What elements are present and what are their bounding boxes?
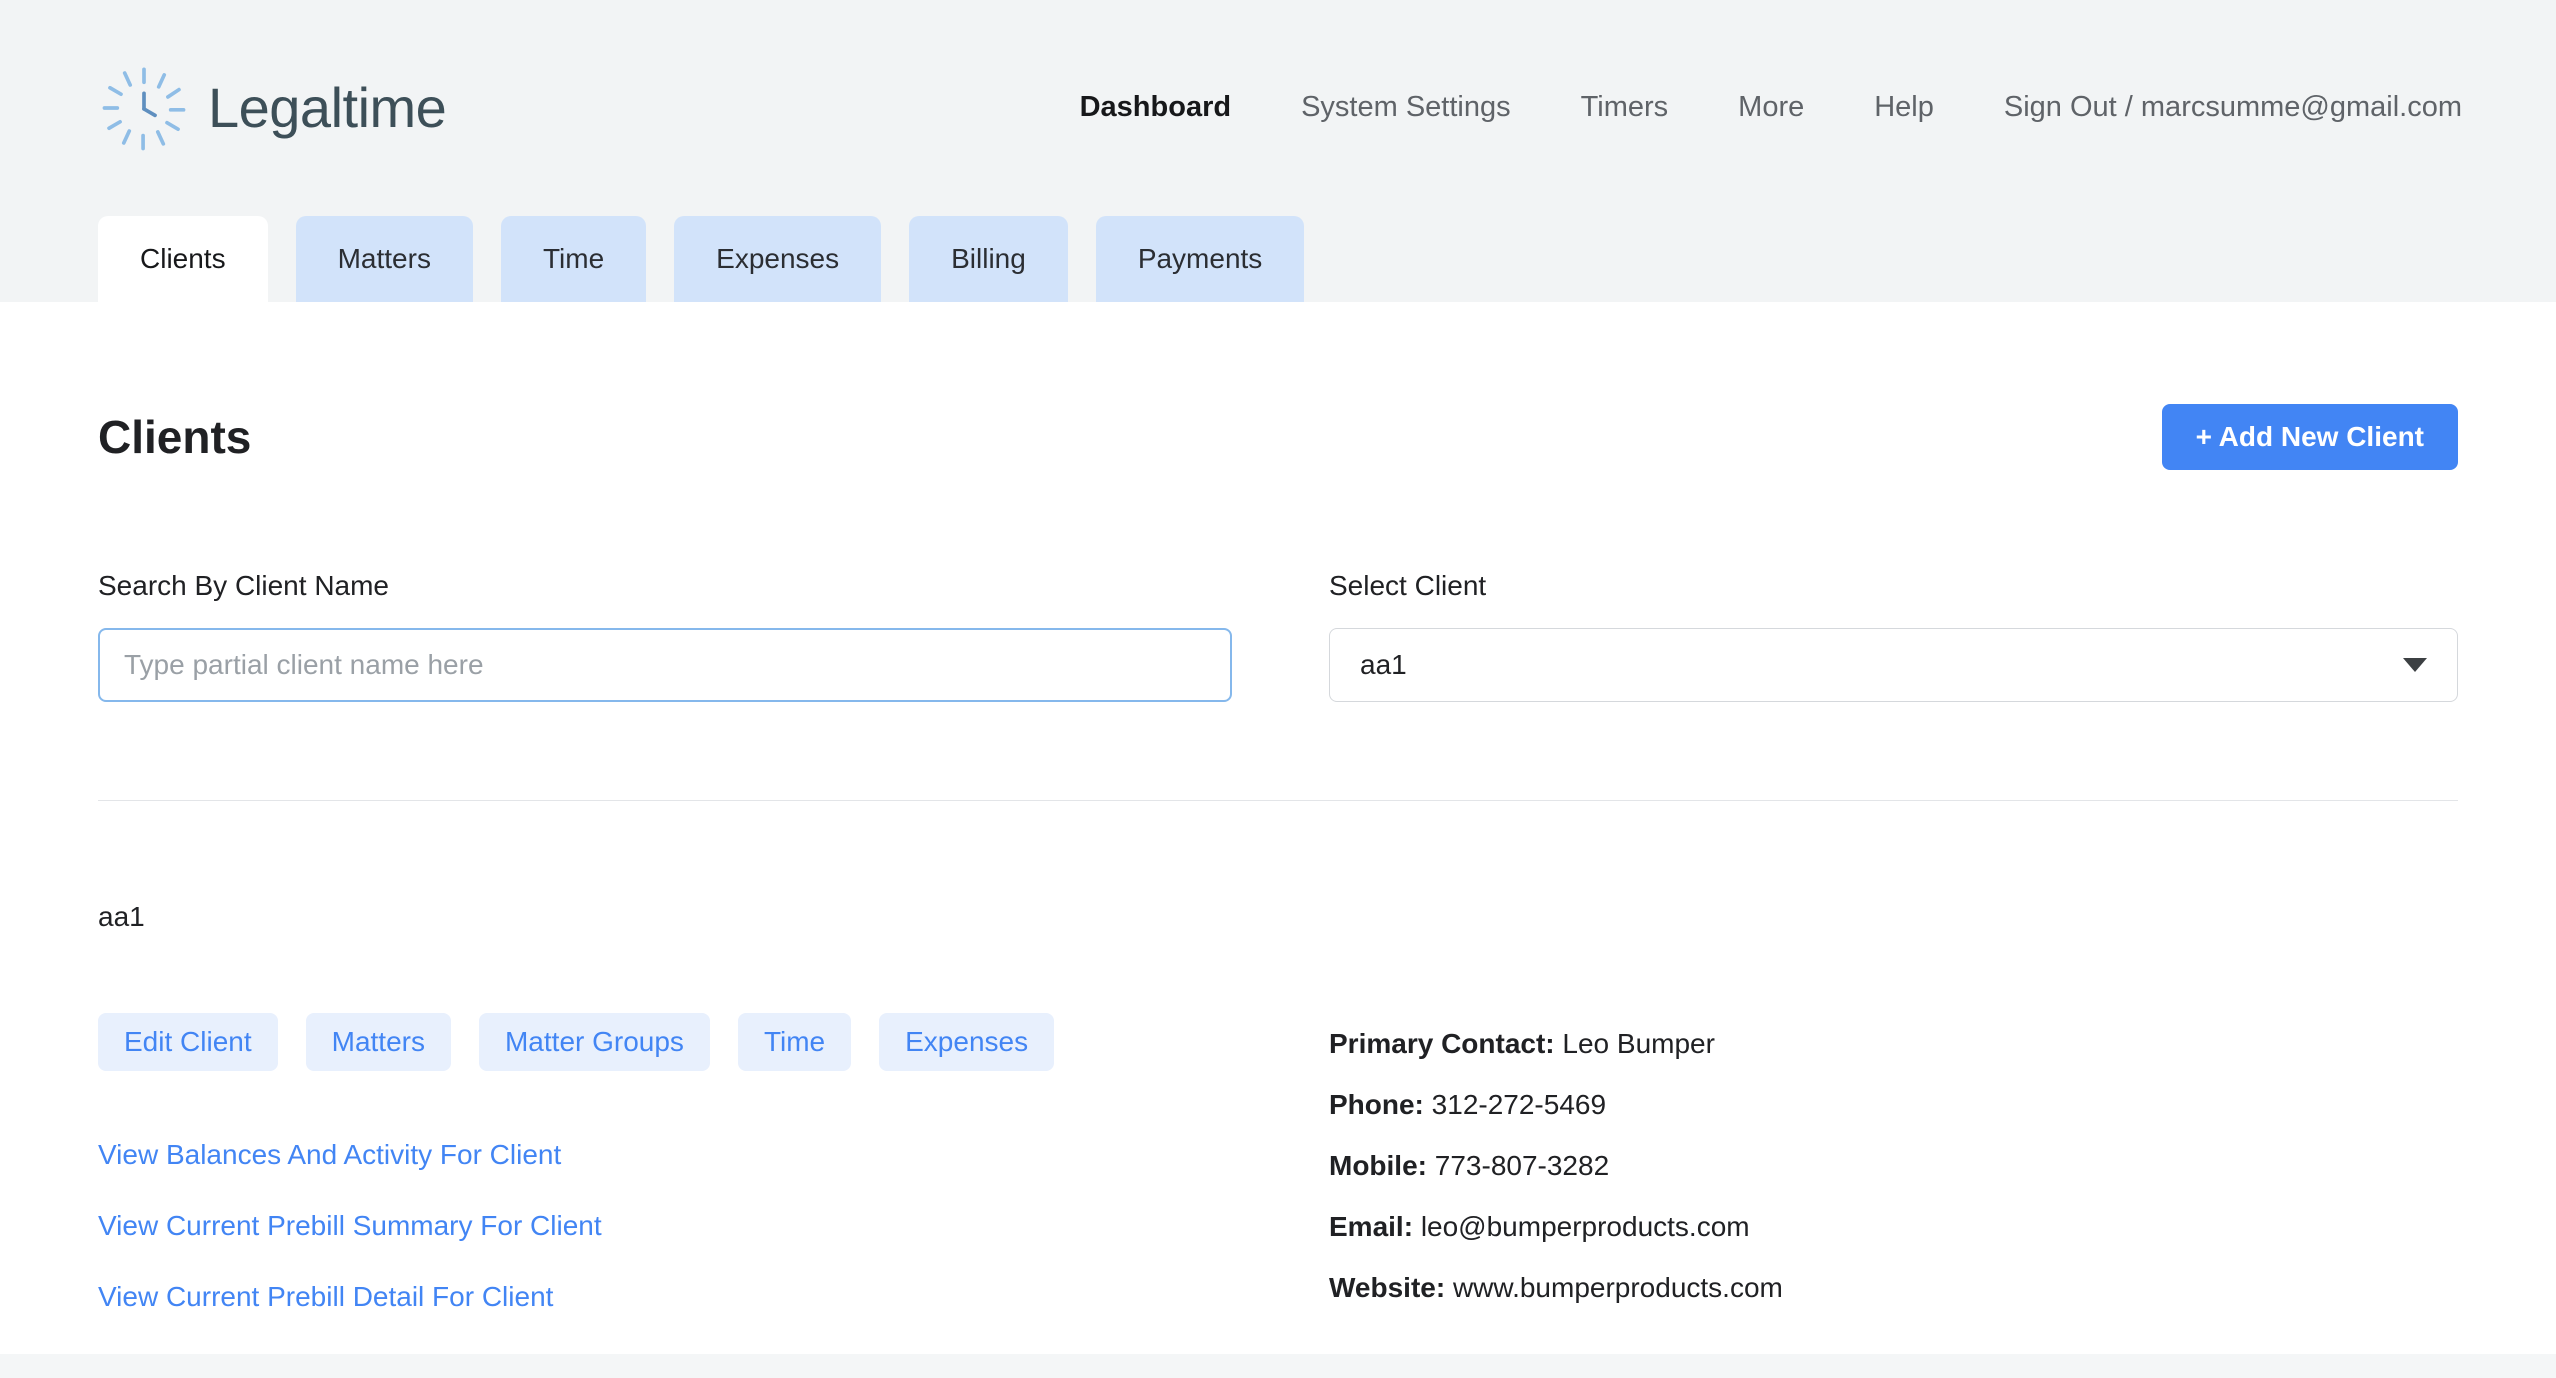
client-links: View Balances And Activity For Client Vi… [98,1119,1232,1332]
client-matter-groups-button[interactable]: Matter Groups [479,1013,710,1071]
sunburst-clock-icon [98,62,190,154]
phone-line: Phone: 312-272-5469 [1329,1074,2458,1135]
top-nav: Dashboard System Settings Timers More He… [1080,91,2462,124]
app-header: Legaltime Dashboard System Settings Time… [0,0,2556,302]
nav-system-settings[interactable]: System Settings [1301,91,1511,124]
view-balances-link[interactable]: View Balances And Activity For Client [98,1119,1232,1190]
client-search-input[interactable] [98,628,1232,702]
view-prebill-summary-link[interactable]: View Current Prebill Summary For Client [98,1190,1232,1261]
tab-payments[interactable]: Payments [1096,216,1305,302]
tab-expenses[interactable]: Expenses [674,216,881,302]
nav-sign-out[interactable]: Sign Out / marcsumme@gmail.com [2004,91,2462,124]
select-client-dropdown[interactable]: aa1 [1329,628,2458,702]
email-line: Email: leo@bumperproducts.com [1329,1196,2458,1257]
select-client-label: Select Client [1329,570,2458,602]
mobile-line: Mobile: 773-807-3282 [1329,1135,2458,1196]
primary-contact-line: Primary Contact: Leo Bumper [1329,1013,2458,1074]
client-expenses-button[interactable]: Expenses [879,1013,1054,1071]
nav-dashboard[interactable]: Dashboard [1080,91,1231,124]
tab-clients[interactable]: Clients [98,216,268,302]
page-title: Clients [98,410,251,464]
main-content: Clients + Add New Client Search By Clien… [0,404,2556,1332]
brand-logo[interactable]: Legaltime [98,62,446,154]
search-label: Search By Client Name [98,570,1232,602]
tab-time[interactable]: Time [501,216,646,302]
section-divider [98,800,2458,801]
client-time-button[interactable]: Time [738,1013,851,1071]
nav-more[interactable]: More [1738,91,1804,124]
nav-help[interactable]: Help [1874,91,1934,124]
bottom-section-edge [0,1354,2556,1378]
nav-timers[interactable]: Timers [1581,91,1669,124]
brand-name: Legaltime [208,75,446,140]
chevron-down-icon [2403,658,2427,672]
add-new-client-button[interactable]: + Add New Client [2162,404,2458,470]
client-name: aa1 [98,901,2458,933]
tab-matters[interactable]: Matters [296,216,473,302]
select-client-value: aa1 [1360,649,1407,681]
client-action-buttons: Edit Client Matters Matter Groups Time E… [98,1013,1232,1071]
client-matters-button[interactable]: Matters [306,1013,451,1071]
tab-billing[interactable]: Billing [909,216,1068,302]
section-tabs: Clients Matters Time Expenses Billing Pa… [98,216,1304,302]
edit-client-button[interactable]: Edit Client [98,1013,278,1071]
view-prebill-detail-link[interactable]: View Current Prebill Detail For Client [98,1261,1232,1332]
client-contact-info: Primary Contact: Leo Bumper Phone: 312-2… [1329,1013,2458,1332]
website-line: Website: www.bumperproducts.com [1329,1257,2458,1318]
